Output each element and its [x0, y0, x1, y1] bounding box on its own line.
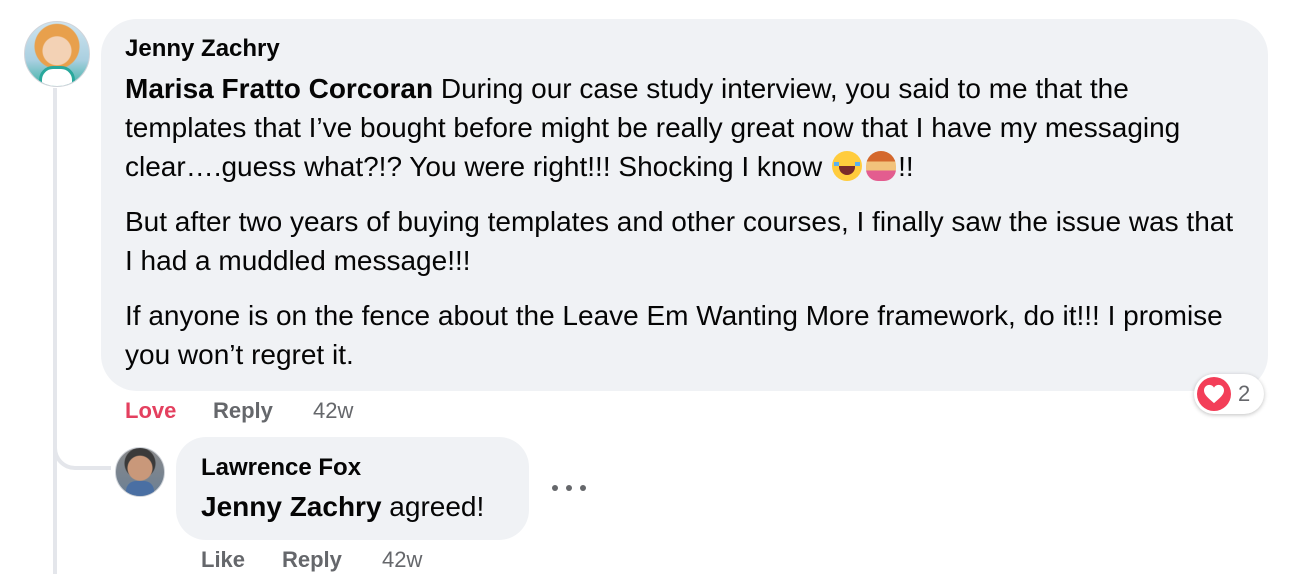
reply-timestamp[interactable]: 42w — [382, 547, 422, 573]
mention-link[interactable]: Marisa Fratto Corcoran — [125, 73, 433, 104]
avatar[interactable] — [24, 21, 90, 87]
timestamp[interactable]: 42w — [313, 398, 353, 424]
reply-mention-link[interactable]: Jenny Zachry — [201, 491, 382, 522]
reaction-summary[interactable]: 2 — [1194, 374, 1264, 414]
comment-paragraph-1: Marisa Fratto Corcoran During our case s… — [125, 69, 1245, 186]
love-button[interactable]: Love — [125, 398, 176, 424]
more-options-icon[interactable] — [552, 476, 586, 500]
comment-paragraph-3: If anyone is on the fence about the Leav… — [125, 300, 1223, 370]
reply-button[interactable]: Reply — [213, 398, 273, 424]
reply-text: agreed! — [381, 491, 485, 522]
comment-author[interactable]: Jenny Zachry — [125, 35, 280, 63]
reaction-count: 2 — [1238, 381, 1251, 406]
comment-paragraph-2: But after two years of buying templates … — [125, 206, 1234, 276]
reply-body: Jenny Zachry agreed! — [201, 487, 521, 526]
comment-actions: Love Reply 42w — [125, 398, 425, 424]
reply-avatar[interactable] — [115, 447, 165, 497]
reply-author[interactable]: Lawrence Fox — [201, 454, 361, 482]
laughing-emoji-icon — [832, 151, 863, 181]
reply-reply-button[interactable]: Reply — [282, 547, 342, 573]
reply-actions: Like Reply 42w — [201, 547, 501, 573]
thread-connector — [53, 426, 111, 470]
facepalm-emoji-icon — [866, 151, 897, 181]
heart-icon — [1197, 377, 1231, 411]
comment-body: Marisa Fratto Corcoran During our case s… — [125, 69, 1245, 374]
avatar-figure — [39, 66, 75, 86]
thread-line — [53, 88, 57, 574]
avatar-figure — [126, 481, 154, 496]
comment-text-1b: !! — [898, 151, 914, 182]
like-button[interactable]: Like — [201, 547, 245, 573]
